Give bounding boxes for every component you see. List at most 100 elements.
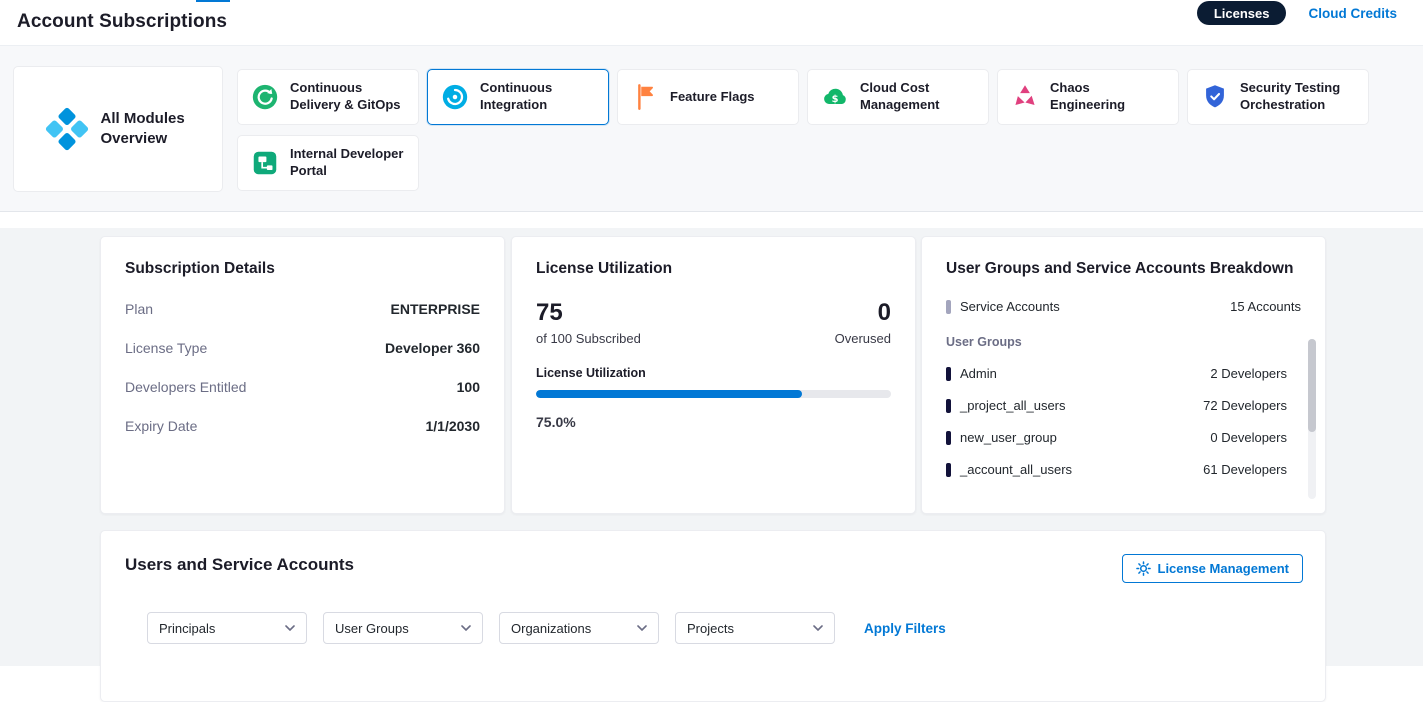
- row-label: Developers Entitled: [125, 379, 246, 395]
- projects-dropdown[interactable]: Projects: [675, 612, 835, 644]
- utilization-bar-label: License Utilization: [536, 366, 891, 380]
- row-value: ENTERPRISE: [391, 301, 480, 317]
- modules-grid: Continuous Delivery & GitOps Continuous …: [237, 69, 1377, 191]
- module-label: Cloud Cost Management: [860, 80, 976, 114]
- row-label: Expiry Date: [125, 418, 197, 434]
- group-value: 72 Developers: [1203, 398, 1287, 413]
- subscribed-count: 75: [536, 300, 641, 326]
- cd-gitops-icon: [250, 82, 280, 112]
- license-management-button[interactable]: License Management: [1122, 554, 1304, 583]
- ci-icon: [440, 82, 470, 112]
- overused-caption: Overused: [835, 331, 891, 346]
- breadcrumb-remnant: [196, 0, 230, 2]
- module-card-chaos-engineering[interactable]: Chaos Engineering: [997, 69, 1179, 125]
- group-name: new_user_group: [960, 430, 1057, 445]
- subscribed-block: 75 of 100 Subscribed: [536, 300, 641, 346]
- cloud-cost-icon: $: [820, 82, 850, 112]
- group-name: _project_all_users: [960, 398, 1066, 413]
- utilization-progress-track: [536, 390, 891, 398]
- service-accounts-bar-icon: [946, 300, 951, 314]
- chevron-down-icon: [461, 625, 471, 631]
- dropdown-label: Organizations: [511, 621, 591, 636]
- row-value: Developer 360: [385, 340, 480, 356]
- module-card-cloud-cost-management[interactable]: $ Cloud Cost Management: [807, 69, 989, 125]
- subscription-details-title: Subscription Details: [125, 260, 480, 278]
- breakdown-title: User Groups and Service Accounts Breakdo…: [946, 260, 1301, 278]
- module-card-continuous-integration[interactable]: Continuous Integration: [427, 69, 609, 125]
- module-label: Security Testing Orchestration: [1240, 80, 1356, 114]
- apply-filters-link[interactable]: Apply Filters: [864, 621, 946, 636]
- service-accounts-label: Service Accounts: [960, 299, 1060, 314]
- filters-row: Principals User Groups Organizations Pro…: [147, 612, 1301, 644]
- chevron-down-icon: [285, 625, 295, 631]
- module-card-continuous-delivery-gitops[interactable]: Continuous Delivery & GitOps: [237, 69, 419, 125]
- dropdown-label: User Groups: [335, 621, 409, 636]
- sto-shield-icon: [1200, 82, 1230, 112]
- group-bar-icon: [946, 463, 951, 477]
- utilization-progress-fill: [536, 390, 802, 398]
- overused-count: 0: [835, 300, 891, 326]
- subscription-row-expiry-date: Expiry Date 1/1/2030: [125, 418, 480, 434]
- license-management-label: License Management: [1158, 561, 1290, 576]
- subscribed-caption: of 100 Subscribed: [536, 331, 641, 346]
- group-bar-icon: [946, 399, 951, 413]
- user-groups-dropdown[interactable]: User Groups: [323, 612, 483, 644]
- license-utilization-card: License Utilization 75 of 100 Subscribed…: [511, 236, 916, 514]
- dropdown-label: Principals: [159, 621, 215, 636]
- group-bar-icon: [946, 367, 951, 381]
- group-row-new-user-group: new_user_group 0 Developers: [946, 430, 1301, 445]
- header-actions: Licenses Cloud Credits: [1197, 1, 1397, 25]
- principals-dropdown[interactable]: Principals: [147, 612, 307, 644]
- all-modules-overview-label: All Modules Overview: [101, 109, 193, 150]
- harness-logo-icon: [44, 106, 90, 152]
- row-value: 1/1/2030: [426, 418, 481, 434]
- group-value: 2 Developers: [1210, 366, 1287, 381]
- gear-icon: [1136, 561, 1151, 576]
- row-label: License Type: [125, 340, 207, 356]
- subscription-row-developers-entitled: Developers Entitled 100: [125, 379, 480, 395]
- users-service-accounts-card: Users and Service Accounts License Manag…: [100, 530, 1326, 702]
- overused-block: 0 Overused: [835, 300, 891, 346]
- all-modules-overview-card[interactable]: All Modules Overview: [13, 66, 223, 192]
- svg-text:$: $: [832, 94, 839, 105]
- subscription-row-plan: Plan ENTERPRISE: [125, 301, 480, 317]
- subscription-details-card: Subscription Details Plan ENTERPRISE Lic…: [100, 236, 505, 514]
- row-value: 100: [457, 379, 480, 395]
- group-row-admin: Admin 2 Developers: [946, 366, 1301, 381]
- utilization-counts: 75 of 100 Subscribed 0 Overused: [536, 300, 891, 346]
- chevron-down-icon: [637, 625, 647, 631]
- breakdown-scrollbar-thumb[interactable]: [1308, 339, 1316, 432]
- group-name: _account_all_users: [960, 462, 1072, 477]
- group-row-account-all-users: _account_all_users 61 Developers: [946, 462, 1301, 477]
- module-card-internal-developer-portal[interactable]: Internal Developer Portal: [237, 135, 419, 191]
- group-bar-icon: [946, 431, 951, 445]
- utilization-percent-label: 75.0%: [536, 414, 891, 430]
- page-title: Account Subscriptions: [17, 11, 227, 33]
- user-groups-subheading: User Groups: [946, 335, 1301, 349]
- cloud-credits-tab[interactable]: Cloud Credits: [1308, 6, 1397, 21]
- subscription-row-license-type: License Type Developer 360: [125, 340, 480, 356]
- organizations-dropdown[interactable]: Organizations: [499, 612, 659, 644]
- group-name: Admin: [960, 366, 997, 381]
- page-header: Account Subscriptions Licenses Cloud Cre…: [0, 0, 1423, 46]
- module-label: Continuous Delivery & GitOps: [290, 80, 406, 114]
- service-accounts-value: 15 Accounts: [1230, 299, 1301, 314]
- chevron-down-icon: [813, 625, 823, 631]
- row-label: Plan: [125, 301, 153, 317]
- module-label: Internal Developer Portal: [290, 146, 406, 180]
- service-accounts-row: Service Accounts 15 Accounts: [946, 299, 1301, 314]
- dropdown-label: Projects: [687, 621, 734, 636]
- feature-flags-icon: [630, 82, 660, 112]
- group-value: 0 Developers: [1210, 430, 1287, 445]
- license-utilization-title: License Utilization: [536, 260, 891, 278]
- module-label: Chaos Engineering: [1050, 80, 1166, 114]
- licenses-tab[interactable]: Licenses: [1197, 1, 1287, 25]
- group-value: 61 Developers: [1203, 462, 1287, 477]
- module-selector-strip: All Modules Overview Continuous Delivery…: [0, 46, 1423, 212]
- breakdown-scrollbar[interactable]: [1308, 339, 1316, 499]
- idp-icon: [250, 148, 280, 178]
- group-row-project-all-users: _project_all_users 72 Developers: [946, 398, 1301, 413]
- module-card-security-testing-orchestration[interactable]: Security Testing Orchestration: [1187, 69, 1369, 125]
- module-card-feature-flags[interactable]: Feature Flags: [617, 69, 799, 125]
- chaos-icon: [1010, 82, 1040, 112]
